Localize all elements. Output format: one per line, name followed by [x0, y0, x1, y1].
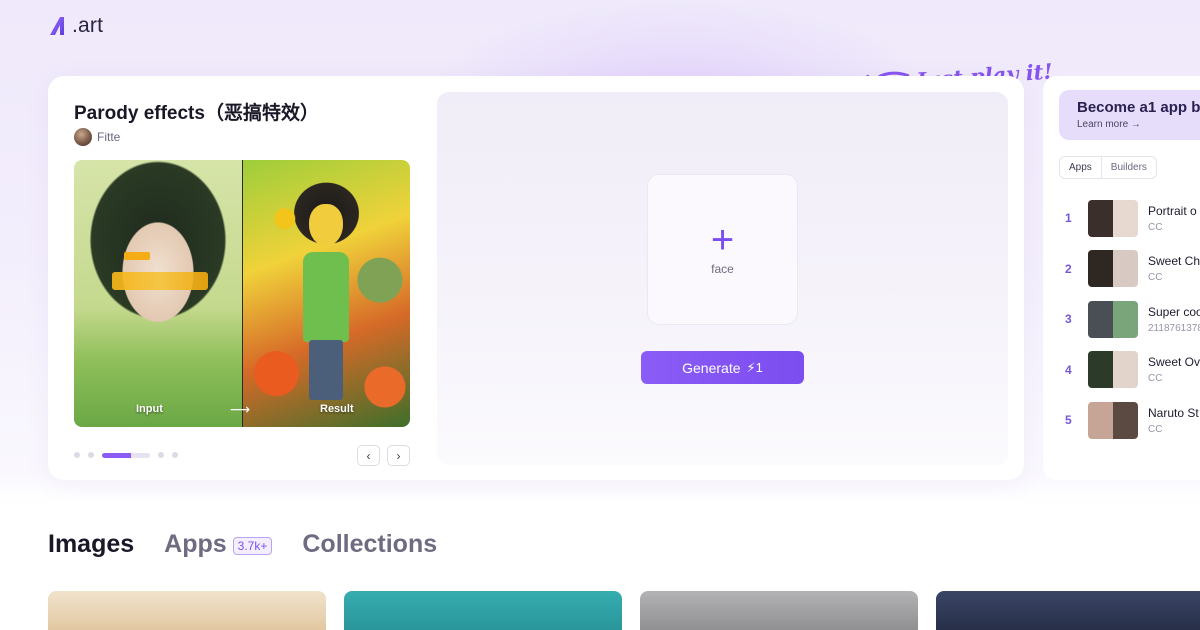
generate-label: Generate	[682, 359, 741, 376]
image-grid	[48, 591, 1200, 630]
rank-number: 5	[1065, 413, 1072, 428]
ranking-tabs: Apps Builders	[1059, 156, 1157, 179]
result-face	[309, 204, 343, 246]
banner-learn-more[interactable]: Learn more →	[1077, 119, 1200, 130]
ranking-item[interactable]: 5 Naruto St CC	[1059, 395, 1200, 446]
apps-count-badge: 3.7k+	[232, 536, 273, 555]
tab-collections[interactable]: Collections	[302, 530, 437, 559]
carousel-dot[interactable]	[172, 452, 178, 458]
author-avatar	[74, 128, 92, 146]
rank-author: 2118761378	[1148, 322, 1200, 334]
rank-title: Sweet Ch	[1148, 254, 1200, 269]
rank-title: Super coo	[1148, 304, 1200, 319]
rank-thumbnail	[1088, 250, 1138, 288]
ranking-item[interactable]: 3 Super coo 2118761378	[1059, 294, 1200, 345]
rank-title: Portrait o	[1148, 203, 1197, 218]
rank-number: 3	[1065, 312, 1072, 327]
rank-thumbnail	[1088, 351, 1138, 389]
result-legs	[309, 340, 343, 400]
rank-author: CC	[1148, 373, 1163, 385]
paint-stripe	[112, 272, 208, 290]
rank-author: CC	[1148, 272, 1163, 284]
carousel-dot[interactable]	[88, 452, 94, 458]
rank-number: 2	[1065, 261, 1072, 276]
ranking-item[interactable]: 1 Portrait o CC	[1059, 193, 1200, 244]
play-area: + face Generate ⚡1	[437, 92, 1008, 465]
tab-apps[interactable]: Apps	[1060, 157, 1102, 178]
author[interactable]: Fitte	[74, 128, 120, 146]
tab-apps-section[interactable]: Apps	[164, 530, 227, 559]
author-name: Fitte	[97, 130, 121, 144]
content-tabs: Images Apps 3.7k+ Collections	[48, 530, 467, 559]
preview-input-label: Input	[136, 403, 163, 415]
generate-cost: ⚡1	[746, 359, 763, 375]
app-card: Parody effects（恶搞特效） Fitte Input ⟶ Resul…	[48, 76, 1024, 480]
effect-preview: Input ⟶ Result	[74, 160, 410, 427]
rank-thumbnail	[1088, 401, 1138, 439]
ranking-item[interactable]: 4 Sweet Ov CC	[1059, 345, 1200, 396]
ranking-list: 1 Portrait o CC 2 Sweet Ch CC 3 Super co…	[1059, 193, 1200, 446]
rank-thumbnail	[1088, 199, 1138, 237]
become-builder-banner[interactable]: Become a1 app b Learn more →	[1059, 90, 1200, 140]
tab-builders[interactable]: Builders	[1102, 157, 1156, 178]
preview-input-image	[74, 160, 242, 427]
rank-number: 4	[1065, 362, 1072, 377]
carousel-dots	[74, 452, 178, 458]
rank-title: Sweet Ov	[1148, 355, 1200, 370]
result-body	[303, 252, 349, 342]
banner-title: Become a1 app b	[1077, 99, 1200, 116]
face-upload-box[interactable]: + face	[647, 174, 798, 325]
generate-button[interactable]: Generate ⚡1	[641, 351, 804, 384]
tab-apps-wrap[interactable]: Apps 3.7k+	[164, 530, 273, 559]
app-title: Parody effects（恶搞特效）	[74, 103, 319, 124]
carousel-dot[interactable]	[74, 452, 80, 458]
rank-author: CC	[1148, 423, 1163, 435]
ranking-panel: Become a1 app b Learn more → Apps Builde…	[1043, 76, 1200, 480]
image-thumbnail[interactable]	[344, 591, 622, 630]
rank-number: 1	[1065, 211, 1072, 226]
carousel-dot-active[interactable]	[102, 452, 150, 458]
image-thumbnail[interactable]	[936, 591, 1200, 630]
tab-images[interactable]: Images	[48, 530, 134, 559]
logo-mark-icon	[50, 17, 64, 35]
plus-icon: +	[710, 217, 735, 262]
carousel-next-button[interactable]: ›	[387, 445, 410, 466]
ranking-item[interactable]: 2 Sweet Ch CC	[1059, 244, 1200, 295]
preview-arrow-icon: ⟶	[230, 401, 251, 417]
image-thumbnail[interactable]	[640, 591, 918, 630]
image-thumbnail[interactable]	[48, 591, 326, 630]
carousel-prev-button[interactable]: ‹	[357, 445, 380, 466]
upload-label: face	[711, 261, 734, 276]
rank-title: Naruto St	[1148, 405, 1199, 420]
paint-stripe-small	[124, 252, 150, 260]
preview-result-label: Result	[320, 403, 354, 415]
rank-thumbnail	[1088, 300, 1138, 338]
site-logo[interactable]: .art	[48, 14, 103, 38]
preview-result-image	[242, 160, 410, 427]
carousel-dot[interactable]	[158, 452, 164, 458]
logo-text: .art	[72, 14, 104, 37]
rank-author: CC	[1148, 221, 1163, 233]
